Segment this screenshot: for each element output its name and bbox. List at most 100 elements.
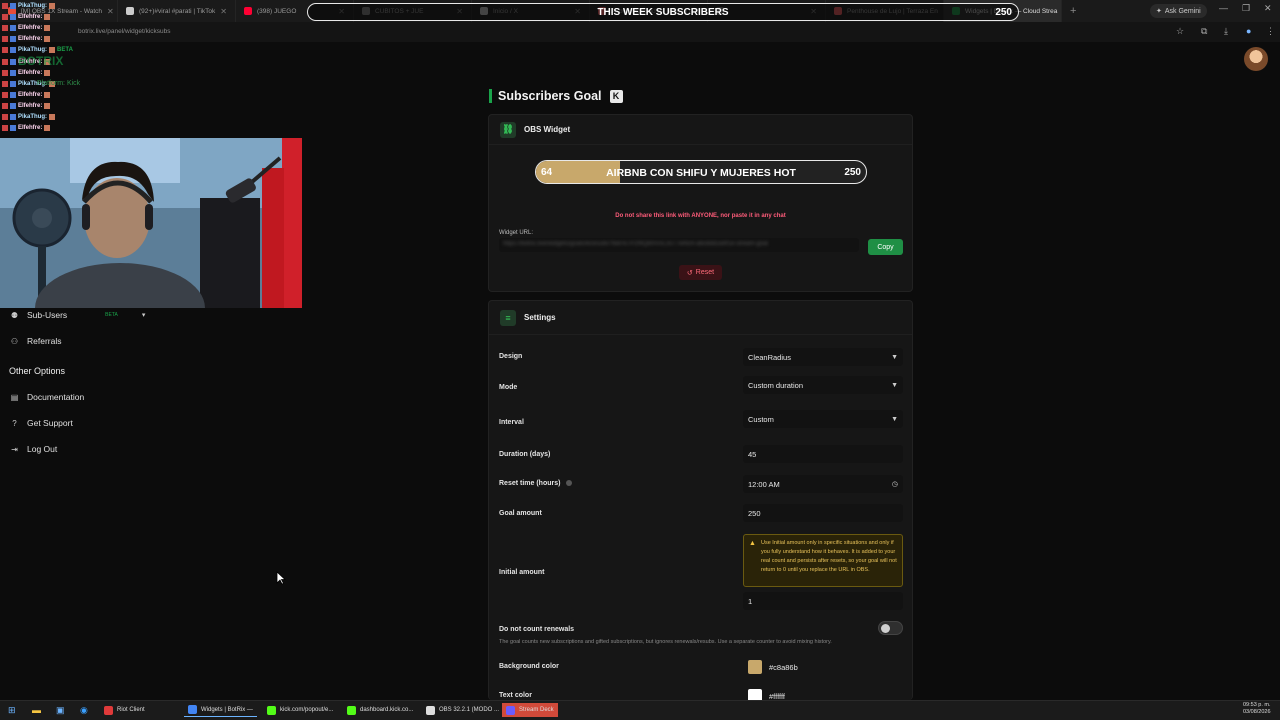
edge-button[interactable]: ◉ bbox=[76, 703, 92, 717]
app-icon bbox=[104, 705, 113, 715]
new-tab-icon[interactable]: + bbox=[1062, 5, 1084, 17]
webcam-feed bbox=[0, 138, 302, 308]
emote-icon bbox=[44, 25, 51, 32]
badge-icon bbox=[10, 36, 16, 43]
sidebar-item-get-support[interactable]: ? Get Support bbox=[10, 418, 73, 428]
badge-icon bbox=[2, 3, 8, 9]
reset-time-label: Reset time (hours) bbox=[499, 480, 573, 487]
taskbar-app-button[interactable]: kick.com/popout/e... bbox=[263, 703, 337, 717]
initial-amount-input[interactable]: 1 bbox=[743, 592, 903, 610]
folder-icon: ▬ bbox=[32, 705, 41, 715]
ask-gemini-button[interactable]: ✦ Ask Gemini bbox=[1150, 4, 1207, 18]
renewals-toggle[interactable] bbox=[878, 621, 903, 635]
goal-amount-label: Goal amount bbox=[499, 510, 542, 517]
widget-url-label: Widget URL: bbox=[499, 230, 534, 236]
mode-select[interactable]: Custom duration ▼ bbox=[743, 376, 903, 394]
widget-url-field[interactable]: https://botrix.live/widgets/goals/kicksu… bbox=[499, 238, 859, 252]
reset-button[interactable]: ↺ Reset bbox=[679, 265, 722, 280]
tab-close-icon[interactable]: ✕ bbox=[107, 7, 114, 16]
tab-close-icon[interactable]: ✕ bbox=[220, 7, 227, 16]
chat-message: Elfehfre: bbox=[2, 25, 51, 32]
start-button[interactable]: ⊞ bbox=[4, 703, 20, 717]
edge-icon: ◉ bbox=[80, 704, 88, 715]
users-icon: ⚉ bbox=[10, 310, 19, 320]
tab-favicon-icon bbox=[244, 7, 252, 15]
share-warning: Do not share this link with ANYONE, nor … bbox=[615, 213, 786, 219]
reset-time-input[interactable]: 12:00 AM ◷ bbox=[743, 475, 903, 493]
user-avatar[interactable] bbox=[1244, 47, 1268, 71]
design-label: Design bbox=[499, 353, 523, 360]
badge-icon bbox=[10, 3, 16, 9]
bookmark-star-icon[interactable]: ☆ bbox=[1176, 26, 1184, 37]
store-icon: ▣ bbox=[56, 704, 65, 715]
banner-title: THIS WEEK SUBSCRIBERS bbox=[597, 7, 729, 18]
chat-message: Elfehfre: bbox=[2, 14, 51, 21]
taskbar-clock: 09:53 p. m. 03/08/2026 bbox=[1243, 702, 1271, 715]
sidebar-item-documentation[interactable]: ▤ Documentation bbox=[10, 392, 84, 402]
badge-icon bbox=[2, 14, 8, 21]
webcam-image bbox=[0, 138, 302, 308]
obs-widget-header: ⛓ OBS Widget bbox=[489, 115, 912, 145]
design-select[interactable]: CleanRadius ▼ bbox=[743, 348, 903, 366]
address-bar bbox=[0, 22, 1280, 42]
badge-icon bbox=[2, 114, 8, 120]
goal-target: 250 bbox=[844, 167, 861, 178]
restore-icon[interactable]: ❐ bbox=[1242, 3, 1250, 14]
badge-icon bbox=[2, 80, 8, 87]
background-color-swatch[interactable] bbox=[748, 660, 762, 674]
goal-amount-input[interactable]: 250 bbox=[743, 504, 903, 522]
badge-icon bbox=[10, 69, 16, 76]
badge-icon bbox=[10, 125, 16, 132]
banner-count: 250 bbox=[995, 7, 1012, 18]
initial-amount-label: Initial amount bbox=[499, 569, 545, 576]
badge-icon bbox=[2, 36, 8, 43]
page-title: Subscribers Goal K bbox=[489, 89, 623, 103]
emote-icon bbox=[49, 47, 56, 54]
interval-select[interactable]: Custom ▼ bbox=[743, 410, 903, 428]
file-explorer-button[interactable]: ▬ bbox=[28, 703, 45, 717]
browser-tab[interactable]: (92+)#viral #parati | TikTok ✕ bbox=[118, 0, 236, 22]
badge-icon bbox=[10, 47, 16, 54]
sidebar-item-sub-users[interactable]: ⚉ Sub-Users BETA ▾ bbox=[10, 310, 145, 320]
clock-icon: ◷ bbox=[891, 481, 898, 488]
taskbar-app-button[interactable]: Riot Client bbox=[100, 703, 149, 717]
subscribers-overlay-banner: THIS WEEK SUBSCRIBERS 250 bbox=[307, 3, 1019, 21]
taskbar-app-button[interactable]: OBS 32.2.1 (MODO ... bbox=[422, 703, 503, 717]
windows-icon: ⊞ bbox=[8, 704, 16, 715]
badge-icon bbox=[2, 58, 8, 65]
chevron-down-icon: ▼ bbox=[891, 353, 898, 361]
emote-icon bbox=[44, 102, 51, 109]
taskbar-app-button[interactable]: Stream Deck bbox=[502, 703, 558, 717]
url-text[interactable]: botrix.live/panel/widget/kicksubs bbox=[78, 28, 171, 35]
interval-label: Interval bbox=[499, 419, 524, 426]
background-color-label: Background color bbox=[499, 663, 559, 670]
renewals-help: The goal counts new subscriptions and gi… bbox=[499, 639, 832, 645]
badge-icon bbox=[10, 114, 16, 120]
chevron-down-icon: ▼ bbox=[891, 415, 898, 423]
background-color-input[interactable]: #c8a86b bbox=[743, 658, 903, 676]
chevron-down-icon[interactable]: ▾ bbox=[142, 311, 146, 319]
chat-message: Elfehfre: bbox=[2, 102, 51, 109]
taskbar-app-button[interactable]: Widgets | BotRix — bbox=[184, 703, 257, 717]
app-icon bbox=[188, 705, 197, 714]
taskbar-app-button[interactable]: dashboard.kick.co... bbox=[343, 703, 417, 717]
emote-icon bbox=[44, 36, 51, 43]
settings-header: ≡ Settings bbox=[489, 301, 912, 335]
sidebar-item-log-out[interactable]: ⇥ Log Out bbox=[10, 444, 57, 454]
extensions-icon[interactable]: ⧉ bbox=[1201, 26, 1207, 37]
badge-icon bbox=[2, 91, 8, 98]
duration-input[interactable]: 45 bbox=[743, 445, 903, 463]
store-button[interactable]: ▣ bbox=[52, 703, 69, 717]
minimize-icon[interactable]: — bbox=[1219, 3, 1228, 13]
browser-menu-icon[interactable]: ⋮ bbox=[1266, 26, 1275, 37]
copy-button[interactable]: Copy bbox=[868, 239, 903, 255]
close-window-icon[interactable]: ✕ bbox=[1264, 3, 1272, 14]
settings-card: ≡ Settings Design CleanRadius ▼ Mode Cust… bbox=[488, 300, 913, 703]
obs-widget-card: ⛓ OBS Widget 64 AIRBNB CON SHIFU Y MUJER… bbox=[488, 114, 913, 292]
beta-badge: BETA bbox=[105, 312, 118, 318]
profile-icon[interactable]: ● bbox=[1246, 26, 1251, 36]
sidebar-item-referrals[interactable]: ⚇ Referrals bbox=[10, 336, 62, 346]
emote-icon bbox=[44, 69, 51, 76]
botrix-logo: BOTRIX bbox=[18, 54, 64, 68]
download-icon[interactable]: ⤓ bbox=[1224, 26, 1228, 37]
